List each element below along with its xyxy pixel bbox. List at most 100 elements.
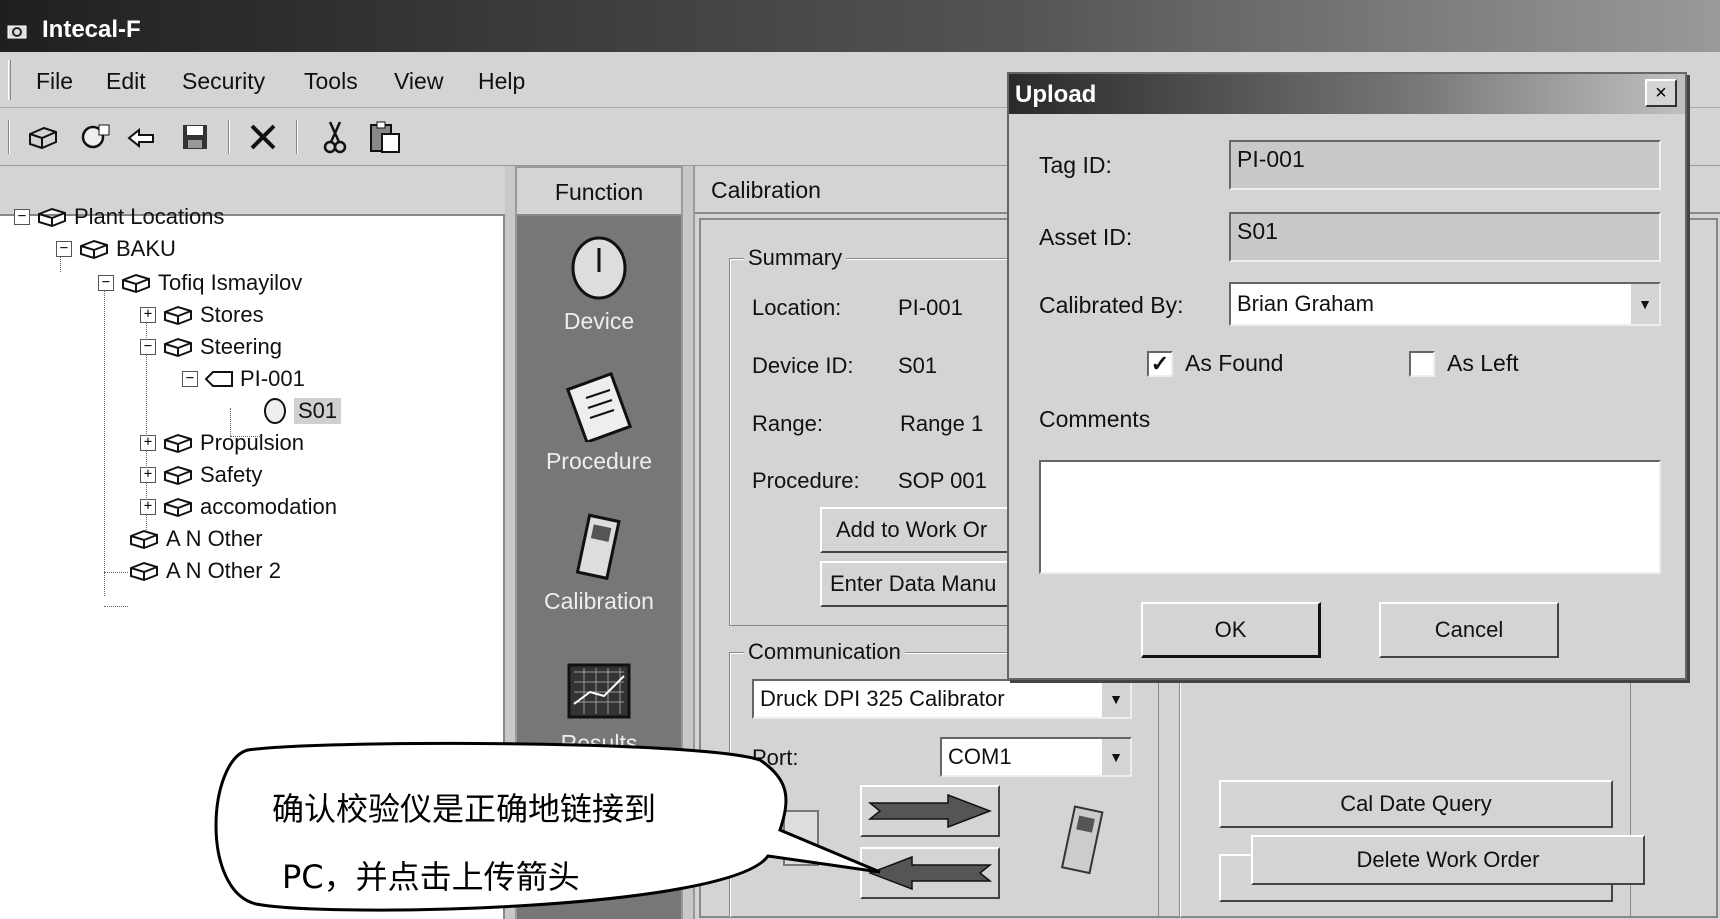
function-device[interactable]: Device <box>517 234 681 335</box>
chevron-down-icon[interactable]: ▼ <box>1629 284 1659 324</box>
ok-button[interactable]: OK <box>1141 602 1321 658</box>
location-label: Location: <box>752 295 842 320</box>
checkbox-checked-icon[interactable]: ✓ <box>1147 350 1173 377</box>
location-box-icon <box>164 465 192 486</box>
chevron-down-icon[interactable]: ▼ <box>1100 681 1130 717</box>
asset-id-label: Asset ID: <box>1039 224 1133 250</box>
expand-icon[interactable]: + <box>140 499 156 515</box>
device-icon <box>571 236 627 300</box>
menu-tools[interactable]: Tools <box>304 68 358 95</box>
tree-node-propulsion[interactable]: + Propulsion <box>140 428 304 458</box>
tree-node-label: Plant Locations <box>74 204 225 229</box>
title-bar: Intecal-F <box>0 0 1720 52</box>
tree-node-s01[interactable]: S01 <box>262 396 342 426</box>
tree-node-stores[interactable]: + Stores <box>140 300 264 330</box>
add-device-icon[interactable] <box>76 118 114 156</box>
tree-node-label: A N Other 2 <box>166 558 281 583</box>
tree-node-tofiq-ismayilov[interactable]: − Tofiq Ismayilov <box>98 268 302 298</box>
port-select[interactable]: COM1 ▼ <box>940 737 1132 777</box>
tag-id-label: Tag ID: <box>1039 152 1112 178</box>
summary-group: Summary Location: PI-001 Device ID: S01 … <box>729 245 1029 626</box>
upload-dialog-title: Upload <box>1009 74 1685 114</box>
collapse-icon[interactable]: − <box>140 339 156 355</box>
tree-line <box>104 606 128 607</box>
function-label: Procedure <box>545 448 653 474</box>
tree-node-a-n-other-2[interactable]: A N Other 2 <box>128 556 281 586</box>
collapse-icon[interactable]: − <box>14 209 30 225</box>
as-left-checkbox[interactable]: As Left <box>1409 350 1519 377</box>
calibrator-select[interactable]: Druck DPI 325 Calibrator ▼ <box>752 679 1132 719</box>
app-icon <box>7 25 27 39</box>
upload-arrow-button[interactable] <box>860 847 1000 899</box>
cancel-button[interactable]: Cancel <box>1379 602 1559 658</box>
location-box-icon <box>122 273 150 294</box>
menu-security[interactable]: Security <box>182 68 265 95</box>
chevron-down-icon[interactable]: ▼ <box>1100 739 1130 775</box>
range-value: Range 1 <box>900 411 984 436</box>
toolbar-separator <box>296 120 298 154</box>
menu-grip <box>8 60 11 100</box>
expand-icon[interactable]: + <box>140 435 156 451</box>
tree-node-pi-001[interactable]: − PI-001 <box>182 364 305 394</box>
collapse-icon[interactable]: − <box>56 241 72 257</box>
menu-edit[interactable]: Edit <box>106 68 146 95</box>
enter-data-manually-button[interactable]: Enter Data Manu <box>820 561 1028 607</box>
calibrator-icon <box>575 513 621 581</box>
function-results[interactable]: Results <box>517 662 681 757</box>
save-icon[interactable] <box>176 118 214 156</box>
menu-help[interactable]: Help <box>478 68 525 95</box>
tree-node-baku[interactable]: − BAKU <box>56 234 176 264</box>
tree-node-accomodation[interactable]: + accomodation <box>140 492 337 522</box>
location-box-icon <box>164 305 192 326</box>
tree-node-safety[interactable]: + Safety <box>140 460 262 490</box>
device-id-label: Device ID: <box>752 353 854 378</box>
port-select-value: COM1 <box>948 744 1012 769</box>
asset-id-field[interactable]: S01 <box>1229 212 1661 262</box>
tree-node-label: accomodation <box>200 494 337 519</box>
as-found-label: As Found <box>1185 350 1284 376</box>
checkbox-unchecked-icon[interactable] <box>1409 350 1435 377</box>
window-title: Intecal-F <box>42 16 141 43</box>
tree-line <box>104 572 128 573</box>
tree-node-label: S01 <box>294 398 342 424</box>
location-box-icon <box>164 433 192 454</box>
upload-dialog: Upload × Tag ID: PI-001 Asset ID: S01 Ca… <box>1007 72 1687 680</box>
tag-id-field[interactable]: PI-001 <box>1229 140 1661 190</box>
tree-node-a-n-other[interactable]: A N Other <box>128 524 263 554</box>
download-arrow-button[interactable] <box>860 785 1000 837</box>
range-label: Range: <box>752 411 823 436</box>
tree-node-label: Tofiq Ismayilov <box>158 270 303 295</box>
function-calibration[interactable]: Calibration <box>517 512 681 615</box>
collapse-icon[interactable]: − <box>98 275 114 291</box>
collapse-icon[interactable]: − <box>182 371 198 387</box>
new-location-icon[interactable] <box>24 118 62 156</box>
left-arrow-icon <box>867 855 993 891</box>
delete-icon[interactable] <box>244 118 282 156</box>
callout-line-2: PC，并点击上传箭头 <box>282 858 580 896</box>
menu-file[interactable]: File <box>36 68 73 95</box>
cal-date-query-button[interactable]: Cal Date Query <box>1219 780 1613 828</box>
location-value: PI-001 <box>898 295 963 320</box>
paste-icon[interactable] <box>366 118 404 156</box>
add-to-work-order-button[interactable]: Add to Work Or <box>820 507 1028 553</box>
cut-icon[interactable] <box>316 118 354 156</box>
expand-icon[interactable]: + <box>140 467 156 483</box>
close-icon[interactable]: × <box>1645 79 1677 107</box>
connect-icon[interactable] <box>126 118 164 156</box>
calibrated-by-select[interactable]: Brian Graham ▼ <box>1229 282 1661 326</box>
tree-node-plant-locations[interactable]: − Plant Locations <box>14 202 224 232</box>
expand-icon[interactable]: + <box>140 307 156 323</box>
location-box-icon <box>130 529 158 550</box>
tree-line <box>104 276 105 596</box>
tag-icon <box>204 371 233 387</box>
as-found-checkbox[interactable]: ✓ As Found <box>1147 350 1283 377</box>
calibrated-by-label: Calibrated By: <box>1039 292 1184 318</box>
port-label: Port: <box>752 745 799 770</box>
menu-view[interactable]: View <box>394 68 443 95</box>
calibrator-device-icon <box>1060 805 1104 875</box>
tree-node-steering[interactable]: − Steering <box>140 332 282 362</box>
procedure-clipboard-icon <box>565 372 633 442</box>
comments-textarea[interactable] <box>1039 460 1661 574</box>
delete-work-order-button[interactable]: Delete Work Order <box>1251 835 1645 885</box>
function-procedure[interactable]: Procedure <box>517 372 681 475</box>
